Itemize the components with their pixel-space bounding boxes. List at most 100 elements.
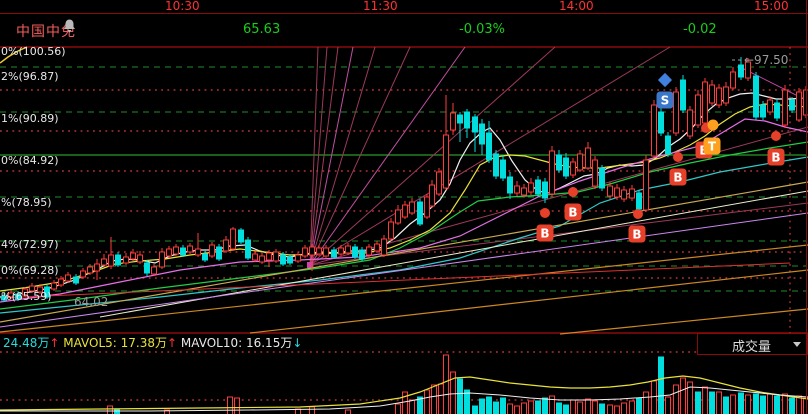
volume-bar (556, 402, 562, 414)
candlestick (658, 111, 664, 134)
price-axis-label: 4%(72.97) (1, 238, 59, 251)
candlestick (738, 64, 744, 78)
chevron-down-icon (793, 342, 801, 347)
candlestick (436, 171, 442, 195)
candlestick (673, 91, 679, 134)
volume-bar (431, 384, 437, 414)
trend-khaki (0, 181, 808, 323)
candlestick (245, 239, 251, 259)
candlestick (295, 254, 301, 262)
candlestick (159, 251, 165, 268)
volume-bar (592, 400, 598, 414)
volume-bar (607, 404, 613, 414)
candlestick (202, 253, 208, 261)
candlestick (577, 153, 583, 171)
volume-bar (774, 395, 780, 414)
candlestick (709, 84, 715, 104)
candlestick (108, 254, 114, 267)
volume-bar (521, 402, 527, 414)
volume-bar (789, 397, 795, 414)
candlestick (429, 184, 435, 207)
candlestick (457, 114, 463, 124)
candlestick (137, 254, 143, 263)
volume-bar (443, 354, 449, 414)
volume-bar (702, 386, 708, 414)
kline-chart-canvas[interactable]: BBBBBBST (0, 0, 808, 414)
candlestick (479, 123, 485, 145)
candlestick (417, 201, 423, 225)
volume-bar (563, 404, 569, 414)
volume-bar (234, 397, 240, 414)
volume-bar (472, 405, 478, 414)
candlestick (287, 256, 293, 264)
volume-bar (673, 384, 679, 414)
volume-bar (782, 393, 788, 414)
volume-bar (493, 401, 499, 414)
volume-bar (629, 400, 635, 414)
candlestick (94, 263, 100, 272)
volume-bar (227, 396, 233, 414)
gann-fan-line (309, 46, 376, 266)
candlestick (542, 181, 548, 199)
volume-bar (753, 393, 759, 414)
volume-bar (730, 394, 736, 414)
candlestick (695, 94, 701, 126)
candlestick (65, 274, 71, 282)
candlestick (493, 153, 499, 177)
candlestick (151, 266, 157, 275)
candlestick (338, 247, 344, 255)
volume-bar (535, 400, 541, 414)
volume-indicator-dropdown[interactable]: 成交量 (697, 333, 808, 355)
signal-dot-red (771, 131, 781, 141)
trend-orange-a (0, 244, 808, 333)
candlestick (687, 109, 693, 137)
candlestick (331, 249, 337, 258)
candlestick (486, 132, 492, 161)
candlestick (514, 185, 520, 194)
candlestick (87, 266, 93, 274)
candlestick (716, 87, 722, 106)
candlestick (259, 255, 265, 263)
low-price-label: 64.02 (74, 295, 109, 309)
candlestick (180, 247, 186, 256)
candlestick (230, 228, 236, 250)
candlestick (753, 75, 759, 118)
volume-bar (614, 405, 620, 414)
candlestick (273, 251, 279, 262)
mavol10-value: MAVOL10: 16.15万 (180, 336, 293, 350)
candlestick (472, 116, 478, 133)
signal-dot-red (673, 152, 683, 162)
candlestick (173, 246, 179, 255)
candlestick (680, 79, 686, 111)
volume-bar (709, 391, 715, 414)
candlestick (195, 248, 201, 256)
volume-bar (500, 397, 506, 414)
volume-bar (738, 392, 744, 414)
candlestick (209, 244, 215, 257)
volume-bar (680, 377, 686, 414)
candlestick (395, 209, 401, 224)
candlestick (789, 99, 795, 111)
candlestick (187, 245, 193, 253)
candlestick (381, 238, 387, 256)
volume-bar (528, 400, 534, 414)
candlestick (629, 188, 635, 199)
candlestick (73, 276, 79, 284)
candlestick (223, 239, 229, 252)
trend-red (0, 262, 791, 299)
price-axis-label: 0%(100.56) (1, 45, 66, 58)
candlestick (450, 112, 456, 131)
volume-indicator-label: 成交量 (732, 340, 772, 355)
buy-marker-badge-label: B (771, 151, 780, 165)
volume-bar (507, 403, 513, 414)
volume-bar (695, 391, 701, 414)
candlestick (123, 256, 129, 264)
volume-bar (723, 396, 729, 414)
candlestick (767, 99, 773, 113)
ma60-cyan (0, 156, 808, 314)
volume-bar (796, 395, 802, 414)
candlestick (782, 89, 788, 126)
candlestick (643, 159, 649, 211)
volume-bar (514, 405, 520, 414)
trend-orange-c (559, 308, 808, 335)
